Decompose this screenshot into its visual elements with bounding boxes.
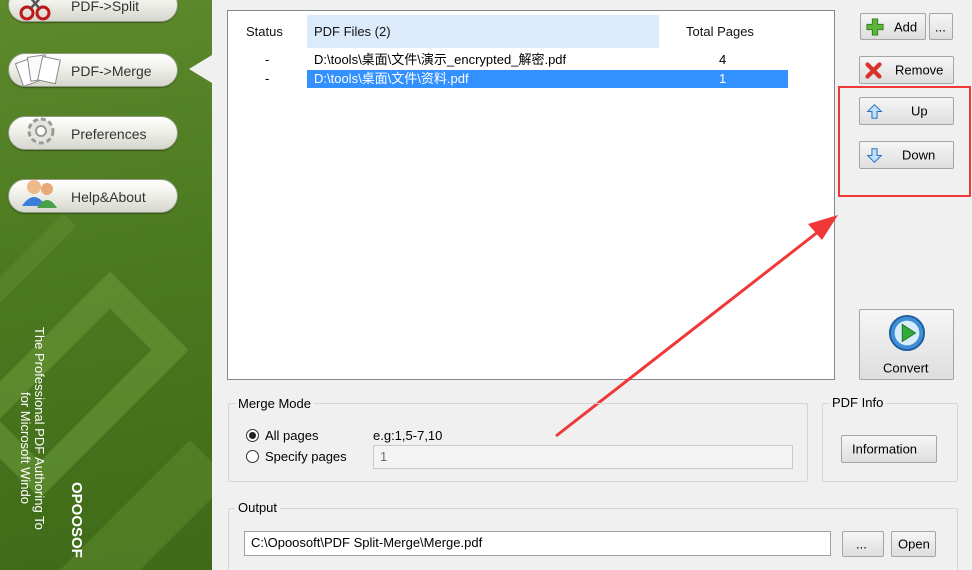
table-row-selected[interactable]: - D:\tools\桌面\文件\资料.pdf 1 <box>228 70 788 88</box>
sidebar-item-label: Preferences <box>71 126 147 142</box>
row-file-name: D:\tools\桌面\文件\资料.pdf <box>307 70 707 88</box>
pdf-info-group: PDF Info Information <box>822 395 958 482</box>
browse-add-button[interactable]: ... <box>929 13 953 40</box>
annotation-highlight-box <box>838 86 971 197</box>
information-button[interactable]: Information <box>841 435 937 463</box>
sidebar-item-label: Help&About <box>71 189 146 205</box>
open-button-label: Open <box>898 536 930 552</box>
browse-output-button[interactable]: ... <box>842 531 884 557</box>
sidebar-item-preferences[interactable]: Preferences <box>8 116 178 150</box>
specify-pages-label[interactable]: Specify pages <box>265 449 347 464</box>
add-button-label: Add <box>894 19 918 34</box>
pdf-file-list[interactable]: Status PDF Files (2) Total Pages - D:\to… <box>227 10 835 380</box>
row-total-pages: 4 <box>719 52 727 67</box>
convert-button-label: Convert <box>883 360 929 376</box>
pages-merge-icon <box>14 54 61 87</box>
row-total-pages: 1 <box>707 70 788 88</box>
page-range-example: e.g:1,5-7,10 <box>373 428 443 443</box>
pdf-info-title: PDF Info <box>829 395 887 411</box>
page-range-input[interactable]: 1 <box>373 445 793 469</box>
column-header-files[interactable]: PDF Files (2) <box>307 15 659 48</box>
remove-icon <box>865 62 882 79</box>
convert-button[interactable]: Convert <box>859 309 954 380</box>
information-button-label: Information <box>852 441 918 457</box>
play-convert-icon <box>888 314 926 352</box>
row-file-name: D:\tools\桌面\文件\演示_encrypted_解密.pdf <box>314 52 567 67</box>
specify-pages-radio[interactable] <box>246 450 259 463</box>
column-header-status[interactable]: Status <box>246 15 306 48</box>
browse-output-label: ... <box>856 536 867 552</box>
browse-add-label: ... <box>935 19 946 34</box>
brand-name: OPOOSOF <box>68 482 85 558</box>
active-item-pointer <box>189 55 212 83</box>
remove-button[interactable]: Remove <box>859 56 954 84</box>
all-pages-radio[interactable] <box>246 429 259 442</box>
column-header-pages[interactable]: Total Pages <box>686 15 786 48</box>
table-row[interactable]: - D:\tools\桌面\文件\演示_encrypted_解密.pdf 4 <box>228 51 788 69</box>
remove-button-label: Remove <box>895 62 944 78</box>
tagline-line1: The Professional PDF Authoring To <box>32 327 47 530</box>
sidebar-item-help-about[interactable]: Help&About <box>8 179 178 213</box>
row-status: - <box>265 71 270 86</box>
tagline-line2: for Microsoft Windo <box>18 392 33 504</box>
all-pages-label[interactable]: All pages <box>265 428 318 443</box>
scissors-icon <box>19 0 51 21</box>
open-button[interactable]: Open <box>891 531 936 557</box>
sidebar-item-label: PDF->Merge <box>71 63 152 79</box>
merge-mode-title: Merge Mode <box>235 396 314 412</box>
output-path-field[interactable]: C:\Opoosoft\PDF Split-Merge\Merge.pdf <box>244 531 831 556</box>
plus-icon <box>866 18 884 36</box>
add-button[interactable]: Add <box>860 13 926 40</box>
gear-icon <box>27 117 55 145</box>
merge-mode-group: Merge Mode All pages e.g:1,5-7,10 Specif… <box>228 396 808 482</box>
sidebar-item-merge[interactable]: PDF->Merge <box>8 53 178 87</box>
output-title: Output <box>235 500 281 516</box>
list-header: Status PDF Files (2) Total Pages <box>228 15 788 50</box>
users-icon <box>22 180 57 208</box>
row-status: - <box>265 52 270 67</box>
output-group: Output C:\Opoosoft\PDF Split-Merge\Merge… <box>228 500 958 570</box>
sidebar-item-label: PDF->Split <box>71 0 140 14</box>
sidebar-item-split[interactable]: PDF->Split <box>8 0 178 22</box>
sidebar: PDF->Split PDF->Merge Preferences Help&A… <box>0 0 212 570</box>
